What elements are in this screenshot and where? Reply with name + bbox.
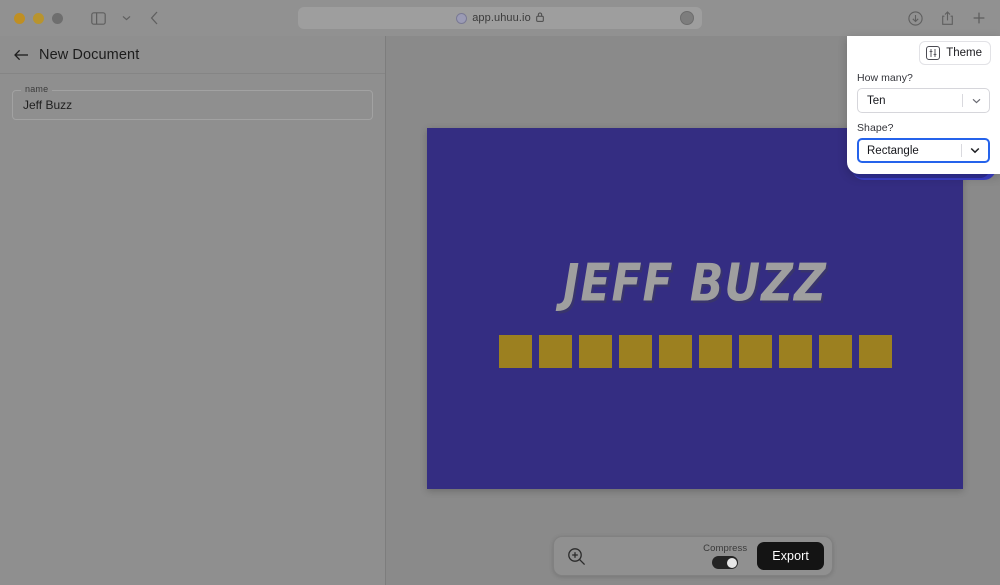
export-button[interactable]: Export xyxy=(757,542,824,570)
sidebar-header: New Document xyxy=(0,36,385,74)
poster-shape-row xyxy=(427,335,963,368)
name-input-value: Jeff Buzz xyxy=(23,98,73,112)
canvas-toolbar: Compress Export xyxy=(553,536,833,576)
chevron-down-icon xyxy=(962,147,988,154)
poster-shape xyxy=(698,335,732,368)
back-chevron-icon[interactable] xyxy=(141,6,167,30)
poster-shape xyxy=(778,335,812,368)
address-bar[interactable]: app.uhuu.io xyxy=(298,7,702,29)
maximize-window-button[interactable] xyxy=(52,12,63,24)
share-icon[interactable] xyxy=(936,6,958,30)
poster-preview[interactable]: JEFF BUZZ xyxy=(427,128,963,489)
poster-shape xyxy=(618,335,652,368)
compress-control: Compress xyxy=(703,543,747,569)
name-field-label: name xyxy=(21,84,53,94)
theme-settings-panel: Theme How many? Ten Shape? Rectangle xyxy=(847,36,1000,174)
theme-panel-body: How many? Ten Shape? Rectangle xyxy=(847,70,1000,182)
close-window-button[interactable] xyxy=(14,12,25,24)
name-input[interactable]: Jeff Buzz xyxy=(12,90,373,120)
theme-button-label: Theme xyxy=(946,47,982,59)
how-many-label: How many? xyxy=(857,72,913,84)
shape-label: Shape? xyxy=(857,122,894,134)
poster-shape xyxy=(818,335,852,368)
minimize-window-button[interactable] xyxy=(33,12,44,24)
site-favicon xyxy=(456,12,468,24)
poster-shape xyxy=(858,335,892,368)
chevron-down-icon[interactable] xyxy=(113,6,139,30)
window-traffic-lights xyxy=(14,12,63,24)
extension-icon[interactable] xyxy=(680,11,694,25)
shape-select[interactable]: Rectangle xyxy=(857,138,990,163)
poster-shape xyxy=(498,335,532,368)
poster-shape xyxy=(578,335,612,368)
browser-toolbar: app.uhuu.io xyxy=(0,0,1000,36)
download-icon[interactable] xyxy=(904,6,926,30)
poster-shape xyxy=(538,335,572,368)
browser-actions-group xyxy=(904,0,990,36)
name-field-wrapper: name Jeff Buzz xyxy=(12,84,373,120)
url-text: app.uhuu.io xyxy=(472,12,531,24)
page-title: New Document xyxy=(39,46,140,63)
theme-button[interactable]: Theme xyxy=(919,41,991,65)
sidebar-panel-icon[interactable] xyxy=(85,6,111,30)
compress-toggle[interactable] xyxy=(712,556,739,569)
shape-value: Rectangle xyxy=(867,144,919,157)
zoom-in-icon[interactable] xyxy=(562,542,590,570)
browser-nav-group xyxy=(85,6,167,30)
how-many-select[interactable]: Ten xyxy=(857,88,990,113)
back-arrow-icon[interactable] xyxy=(14,49,29,61)
how-many-value: Ten xyxy=(867,94,886,107)
compress-label: Compress xyxy=(703,543,748,554)
theme-panel-header: Theme xyxy=(847,36,1000,70)
lock-icon xyxy=(535,12,544,25)
compress-toggle-knob xyxy=(726,557,737,568)
poster-title: JEFF BUZZ xyxy=(563,253,827,314)
tune-sliders-icon xyxy=(926,46,941,60)
poster-shape xyxy=(658,335,692,368)
document-sidebar: New Document name Jeff Buzz xyxy=(0,36,386,585)
poster-shape xyxy=(738,335,772,368)
chevron-down-icon xyxy=(963,98,989,104)
new-tab-icon[interactable] xyxy=(968,6,990,30)
browser-window: app.uhuu.io New Document name Jeff Buzz … xyxy=(0,0,1000,585)
